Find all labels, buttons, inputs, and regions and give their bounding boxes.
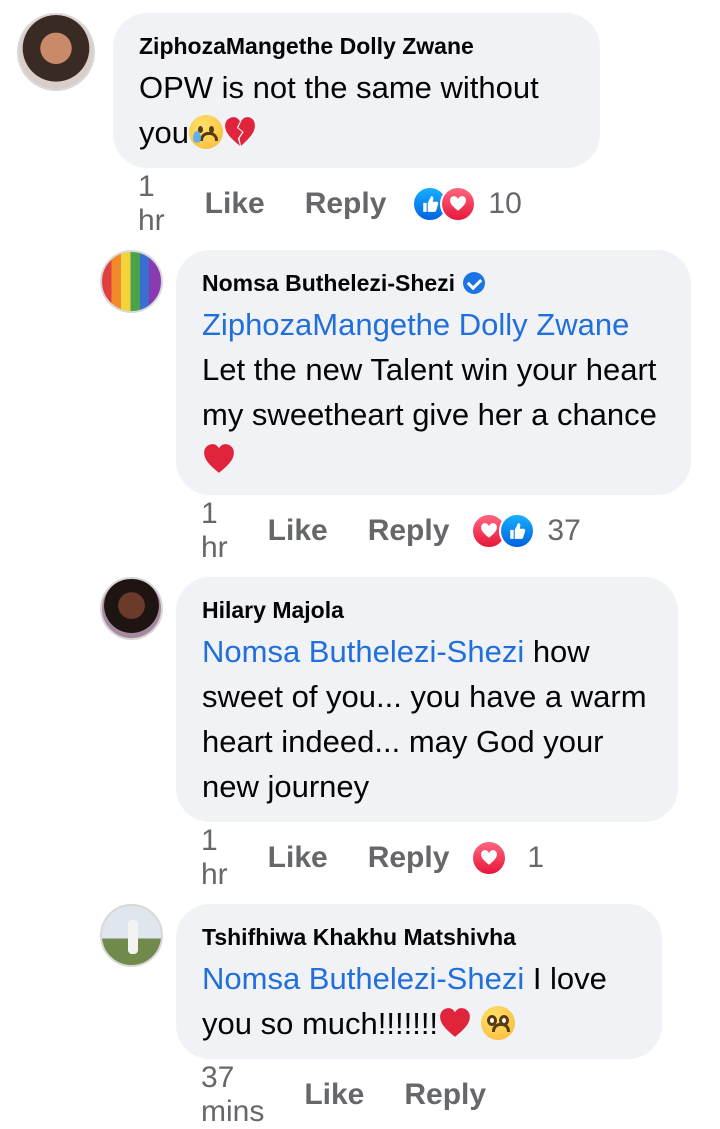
reply-button[interactable]: Reply	[404, 1078, 486, 1112]
comment-bubble: ZiphozaMangethe Dolly Zwane OPW is not t…	[113, 13, 600, 168]
author-name-text[interactable]: ZiphozaMangethe Dolly Zwane	[139, 31, 474, 61]
comment-actions: 37 mins Like Reply	[201, 1061, 526, 1128]
timestamp[interactable]: 1 hr	[138, 170, 165, 238]
comment-actions: 1 hr Like Reply 10	[138, 170, 522, 237]
comment-actions: 1 hr Like Reply 37	[201, 497, 581, 564]
avatar[interactable]	[100, 904, 163, 967]
author-name-text[interactable]: Tshifhiwa Khakhu Matshivha	[202, 922, 516, 952]
comment-bubble: Tshifhiwa Khakhu Matshivha Nomsa Buthele…	[176, 904, 662, 1059]
like-button[interactable]: Like	[268, 514, 328, 548]
broken-heart-icon	[223, 115, 257, 149]
comment-text: Nomsa Buthelezi-Shezi I love you so much…	[202, 956, 636, 1046]
author-name[interactable]: Tshifhiwa Khakhu Matshivha	[202, 922, 636, 952]
pleading-face-icon	[480, 1006, 515, 1040]
comment-text: ZiphozaMangethe Dolly Zwane Let the new T…	[202, 302, 665, 482]
avatar[interactable]	[100, 577, 163, 640]
author-name-text[interactable]: Nomsa Buthelezi-Shezi	[202, 268, 455, 298]
author-name-text[interactable]: Hilary Majola	[202, 595, 344, 625]
comment-text: OPW is not the same without you	[139, 65, 574, 155]
reply-button[interactable]: Reply	[368, 514, 450, 548]
mention-link[interactable]: Nomsa Buthelezi-Shezi	[202, 961, 524, 996]
reply-button[interactable]: Reply	[305, 187, 387, 221]
verified-badge-icon	[463, 272, 486, 294]
comment-text: Nomsa Buthelezi-Shezi how sweet of you..…	[202, 629, 652, 809]
love-reaction-icon	[471, 840, 508, 876]
author-name[interactable]: ZiphozaMangethe Dolly Zwane	[139, 31, 574, 61]
comment-body: Let the new Talent win your heart my swe…	[202, 352, 657, 432]
author-name[interactable]: Hilary Majola	[202, 595, 652, 625]
avatar[interactable]	[17, 13, 95, 91]
comment-bubble: Hilary Majola Nomsa Buthelezi-Shezi how …	[176, 577, 678, 822]
like-button[interactable]: Like	[268, 841, 328, 875]
reaction-summary[interactable]	[412, 186, 477, 222]
red-heart-icon	[202, 442, 236, 476]
reaction-count[interactable]: 10	[488, 187, 521, 221]
reaction-summary[interactable]	[471, 513, 536, 549]
mention-link[interactable]: Nomsa Buthelezi-Shezi	[202, 634, 524, 669]
like-button[interactable]: Like	[304, 1078, 364, 1112]
timestamp[interactable]: 37 mins	[201, 1061, 264, 1129]
avatar[interactable]	[100, 250, 163, 313]
comment-bubble: Nomsa Buthelezi-Shezi ZiphozaMangethe Do…	[176, 250, 691, 495]
reaction-count[interactable]: 37	[547, 514, 580, 548]
reaction-summary[interactable]	[471, 840, 508, 876]
love-reaction-icon	[440, 186, 477, 222]
crying-face-icon	[188, 115, 223, 149]
timestamp[interactable]: 1 hr	[201, 497, 228, 565]
like-reaction-icon	[499, 513, 536, 549]
red-heart-icon	[438, 1006, 472, 1040]
like-button[interactable]: Like	[205, 187, 265, 221]
author-name[interactable]: Nomsa Buthelezi-Shezi	[202, 268, 665, 298]
reaction-count[interactable]: 1	[527, 841, 544, 875]
reply-button[interactable]: Reply	[368, 841, 450, 875]
comment-actions: 1 hr Like Reply 1	[201, 824, 544, 891]
timestamp[interactable]: 1 hr	[201, 824, 228, 892]
mention-link[interactable]: ZiphozaMangethe Dolly Zwane	[202, 307, 629, 342]
